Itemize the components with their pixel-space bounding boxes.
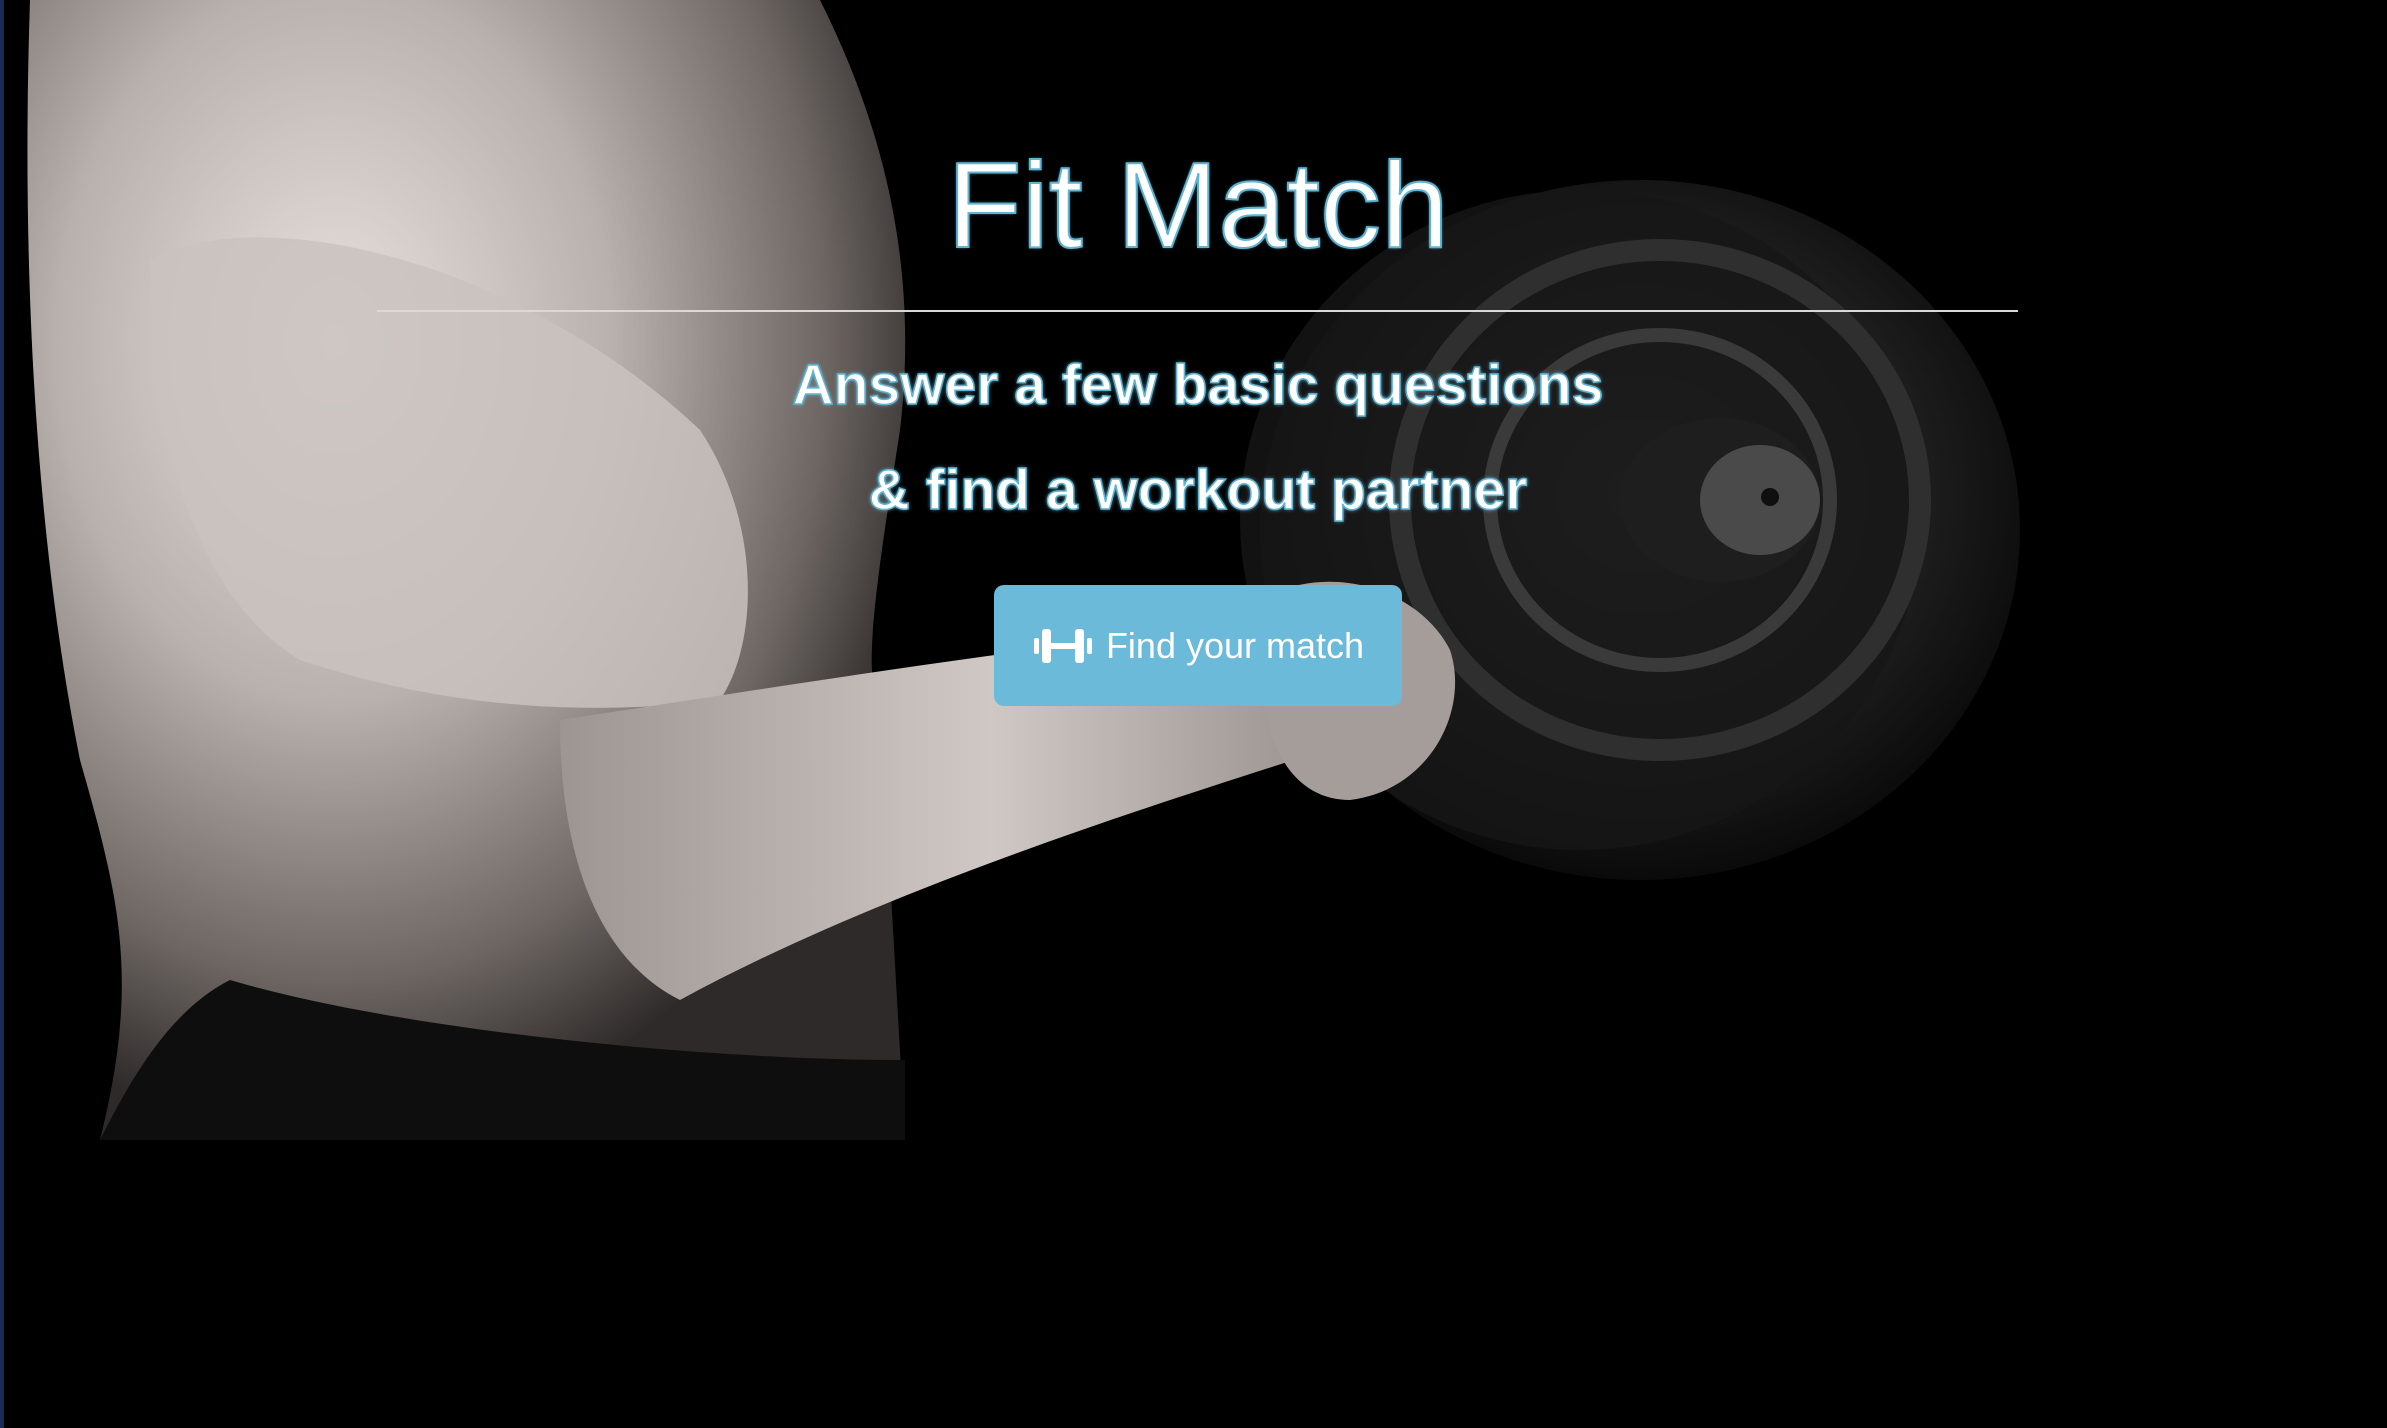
landing-page: Fit Match Answer a few basic questions &… (0, 0, 2387, 1428)
subtitle-line-1: Answer a few basic questions (792, 352, 1604, 418)
find-match-button[interactable]: Find your match (994, 585, 1402, 706)
find-match-label: Find your match (1105, 624, 1365, 666)
page-title: Fit Match (946, 136, 1450, 274)
dumbbell-icon (1032, 626, 1094, 666)
subtitle-line-2: & find a workout partner (868, 457, 1528, 523)
hero-section: Fit Match Answer a few basic questions &… (0, 0, 2387, 1428)
title-divider (377, 310, 2018, 312)
